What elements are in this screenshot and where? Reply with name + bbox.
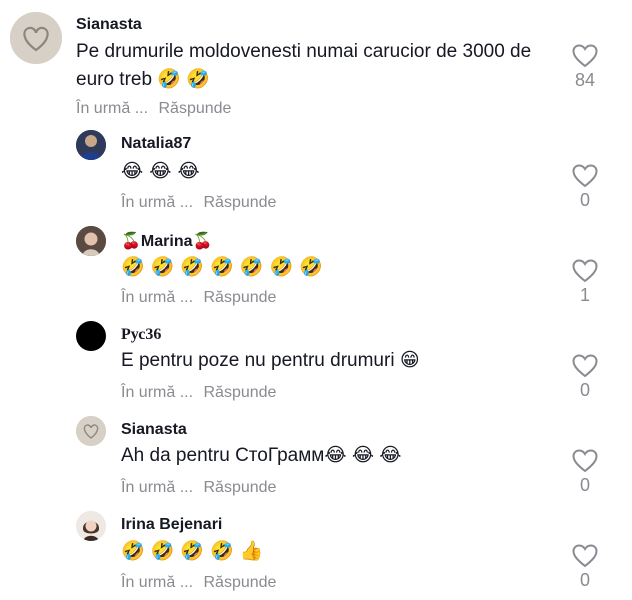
comment-text: Ah da pentru СтоГрамм😂 😂 😂 — [121, 445, 402, 466]
like-button[interactable]: 0 — [565, 164, 605, 211]
like-count: 0 — [579, 570, 590, 590]
reply-button[interactable]: Răspunde — [158, 100, 231, 117]
comment-meta: În urmă ... Răspunde — [121, 479, 282, 497]
heart-outline-icon — [572, 259, 598, 283]
heart-outline-icon — [572, 544, 598, 568]
like-button[interactable]: 0 — [565, 354, 605, 401]
like-button[interactable]: 84 — [565, 44, 605, 91]
reply-button[interactable]: Răspunde — [203, 289, 276, 306]
reply-button[interactable]: Răspunde — [203, 574, 276, 591]
comment-text: 🤣 🤣 🤣 🤣 🤣 🤣 🤣 — [121, 256, 323, 278]
timestamp: În urmă ... — [121, 574, 194, 591]
heart-outline-icon — [572, 354, 598, 378]
user-photo-avatar-image — [76, 226, 106, 256]
reply-button[interactable]: Răspunde — [203, 384, 276, 401]
timestamp: În urmă ... — [121, 384, 194, 401]
heart-outline-icon — [572, 164, 598, 188]
timestamp: În urmă ... — [121, 194, 194, 211]
like-count: 0 — [579, 475, 590, 495]
like-count: 84 — [574, 70, 596, 90]
heart-outline-icon — [572, 449, 598, 473]
comment-author[interactable]: Irina Bejenari — [121, 516, 222, 534]
comment-meta: În urmă ... Răspunde — [76, 100, 237, 118]
reply-button[interactable]: Răspunde — [203, 194, 276, 211]
user-photo-avatar-image — [76, 511, 106, 541]
comment-text: Pe drumurile moldovenesti numai carucior… — [76, 41, 532, 90]
avatar[interactable] — [76, 416, 106, 446]
comment-text: E pentru poze nu pentru drumuri 😁 — [121, 350, 420, 371]
heart-sand-avatar-image — [10, 12, 62, 64]
avatar[interactable] — [76, 130, 106, 160]
comment-meta: În urmă ... Răspunde — [121, 384, 282, 402]
comment-text: 🤣 🤣 🤣 🤣 👍 — [121, 540, 264, 562]
timestamp: În urmă ... — [76, 100, 149, 117]
comment-author[interactable]: Sianasta — [121, 421, 187, 439]
comment-text: 😂 😂 😂 — [121, 160, 200, 182]
like-count: 1 — [579, 285, 590, 305]
avatar[interactable] — [76, 226, 106, 256]
comment-author[interactable]: 🍒Marina🍒 — [121, 231, 212, 251]
comment-author[interactable]: Sianasta — [76, 16, 142, 34]
reply-button[interactable]: Răspunde — [203, 479, 276, 496]
like-count: 0 — [579, 380, 590, 400]
like-count: 0 — [579, 190, 590, 210]
heart-sand-avatar-image — [76, 416, 106, 446]
comment-meta: În urmă ... Răspunde — [121, 574, 282, 592]
timestamp: În urmă ... — [121, 289, 194, 306]
timestamp: În urmă ... — [121, 479, 194, 496]
like-button[interactable]: 0 — [565, 449, 605, 496]
comment-author[interactable]: Natalia87 — [121, 135, 191, 153]
like-button[interactable]: 0 — [565, 544, 605, 591]
avatar[interactable] — [76, 511, 106, 541]
avatar[interactable] — [76, 321, 106, 351]
like-button[interactable]: 1 — [565, 259, 605, 306]
user-photo-avatar-image — [76, 130, 106, 160]
heart-outline-icon — [572, 44, 598, 68]
comment-meta: În urmă ... Răspunde — [121, 194, 282, 212]
comment-author[interactable]: Рус36 — [121, 326, 161, 344]
comment-meta: În urmă ... Răspunde — [121, 289, 282, 307]
avatar[interactable] — [10, 12, 62, 64]
